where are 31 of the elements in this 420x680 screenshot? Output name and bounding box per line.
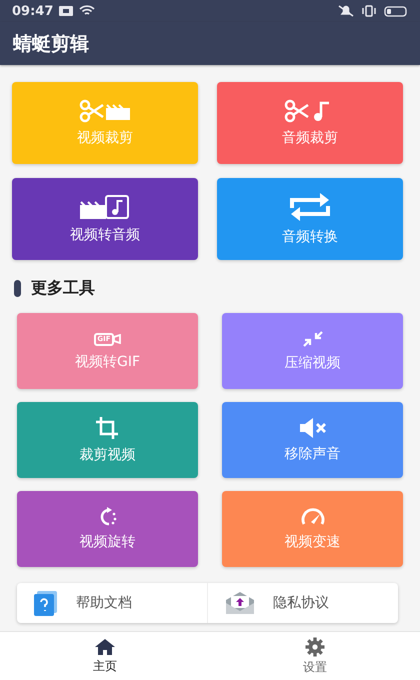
tool-tile[interactable]: 压缩视频 xyxy=(222,313,403,389)
settings-icon xyxy=(305,636,325,656)
wifi-icon xyxy=(79,5,96,17)
tool-tile[interactable]: 视频裁剪 xyxy=(12,82,198,164)
link-item[interactable]: 隐私协议 xyxy=(207,583,398,623)
compress-arrows-icon xyxy=(302,330,324,348)
scissors-clapper-icon xyxy=(79,99,131,123)
mute-icon xyxy=(298,417,328,439)
vibrate-icon xyxy=(360,5,378,17)
tool-tile[interactable]: 移除声音 xyxy=(222,402,403,478)
app-title: 蜻蜓剪辑 xyxy=(13,32,89,56)
envelope-icon xyxy=(224,591,256,615)
battery-icon xyxy=(384,6,408,16)
tool-tile[interactable]: 裁剪视频 xyxy=(17,402,198,478)
section-title: 更多工具 xyxy=(31,278,95,299)
repeat-icon xyxy=(288,192,332,222)
tool-tile[interactable]: 视频变速 xyxy=(222,491,403,567)
tool-tile[interactable]: 视频转音频 xyxy=(12,178,198,260)
clapper-music-icon xyxy=(79,194,131,220)
tool-tile[interactable]: 视频旋转 xyxy=(17,491,198,567)
speedometer-icon xyxy=(298,507,326,527)
notification-icon xyxy=(59,6,74,16)
section-marker xyxy=(14,280,21,297)
link-item[interactable]: 帮助文档 xyxy=(17,583,207,623)
home-icon xyxy=(94,638,116,656)
tool-tile[interactable]: 音频转换 xyxy=(217,178,403,260)
mute-bell-icon xyxy=(338,5,354,17)
help-document-icon xyxy=(33,590,59,616)
status-time: 09:47 xyxy=(12,4,54,18)
tool-tile[interactable]: 音频裁剪 xyxy=(217,82,403,164)
crop-icon xyxy=(94,416,120,440)
